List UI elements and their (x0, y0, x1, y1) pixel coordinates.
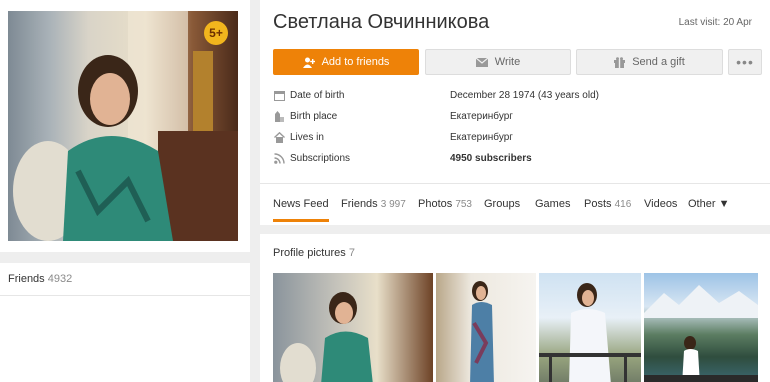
home-icon (273, 131, 285, 143)
profile-picture-thumbnail[interactable] (644, 273, 758, 382)
tab-friends-count: 3 997 (380, 199, 406, 210)
add-to-friends-button[interactable]: Add to friends (273, 49, 419, 75)
last-visit: Last visit: 20 Apr (678, 17, 752, 28)
tab-posts[interactable]: Posts 416 (584, 198, 631, 210)
profile-pictures-label: Profile pictures (273, 247, 346, 259)
tab-photos-label: Photos (418, 198, 453, 210)
profile-pictures-header[interactable]: Profile pictures 7 (273, 247, 355, 259)
envelope-icon (475, 57, 488, 67)
lives-value[interactable]: Екатеринбург (450, 132, 513, 143)
tab-photos-count: 753 (455, 199, 472, 210)
tab-games[interactable]: Games (535, 198, 570, 210)
info-row-dob: Date of birth December 28 1974 (43 years… (273, 87, 599, 103)
subscriptions-value[interactable]: 4950 subscribers (450, 153, 532, 164)
send-gift-label: Send a gift (632, 56, 685, 68)
tab-other[interactable]: Other ▼ (688, 198, 729, 210)
friends-panel-count: 4932 (47, 273, 73, 285)
add-to-friends-label: Add to friends (321, 56, 390, 68)
birthplace-label: Birth place (290, 110, 338, 122)
friends-panel-label: Friends (8, 273, 45, 285)
tab-groups[interactable]: Groups (484, 198, 520, 210)
friends-panel-header[interactable]: Friends 4932 (0, 263, 250, 296)
subscriptions-label: Subscriptions (290, 152, 351, 164)
dob-value: December 28 1974 (43 years old) (450, 89, 599, 101)
profile-pictures-card: Profile pictures 7 (260, 234, 770, 382)
write-button[interactable]: Write (425, 49, 571, 75)
profile-picture-thumbnail[interactable] (539, 273, 641, 382)
profile-name: Светлана Овчинникова (273, 11, 490, 33)
avatar-card: 5+ (0, 0, 250, 252)
lives-label: Lives in (290, 131, 324, 143)
info-row-subscriptions: Subscriptions 4950 subscribers (273, 150, 532, 166)
info-row-lives: Lives in Екатеринбург (273, 129, 513, 145)
tab-posts-label: Posts (584, 198, 612, 210)
send-gift-button[interactable]: Send a gift (576, 49, 723, 75)
calendar-icon (273, 89, 285, 101)
age-badge: 5+ (204, 21, 228, 45)
building-icon (273, 110, 285, 122)
profile-card: Светлана Овчинникова Last visit: 20 Apr … (260, 0, 770, 225)
avatar[interactable]: 5+ (8, 11, 238, 241)
tab-posts-count: 416 (614, 199, 632, 210)
info-row-birthplace: Birth place Екатеринбург (273, 108, 513, 124)
profile-picture-thumbnail[interactable] (436, 273, 536, 382)
add-user-icon (302, 57, 315, 68)
birthplace-value[interactable]: Екатеринбург (450, 111, 513, 122)
profile-tabs: News Feed Friends 3 997 Photos 753 Group… (260, 183, 770, 225)
dob-label: Date of birth (290, 89, 345, 101)
write-label: Write (494, 56, 521, 68)
tab-photos[interactable]: Photos 753 (418, 198, 472, 210)
friends-panel: Friends 4932 (0, 263, 250, 382)
profile-pictures-count: 7 (348, 247, 355, 259)
gift-icon (614, 56, 626, 68)
profile-picture-thumbnail[interactable] (273, 273, 433, 382)
more-actions-button[interactable]: ••• (728, 49, 762, 75)
tab-news-feed[interactable]: News Feed (273, 198, 329, 222)
tab-videos[interactable]: Videos (644, 198, 677, 210)
tab-friends[interactable]: Friends 3 997 (341, 198, 406, 210)
tab-friends-label: Friends (341, 198, 378, 210)
rss-icon (273, 152, 285, 164)
avatar-photo (13, 11, 238, 241)
